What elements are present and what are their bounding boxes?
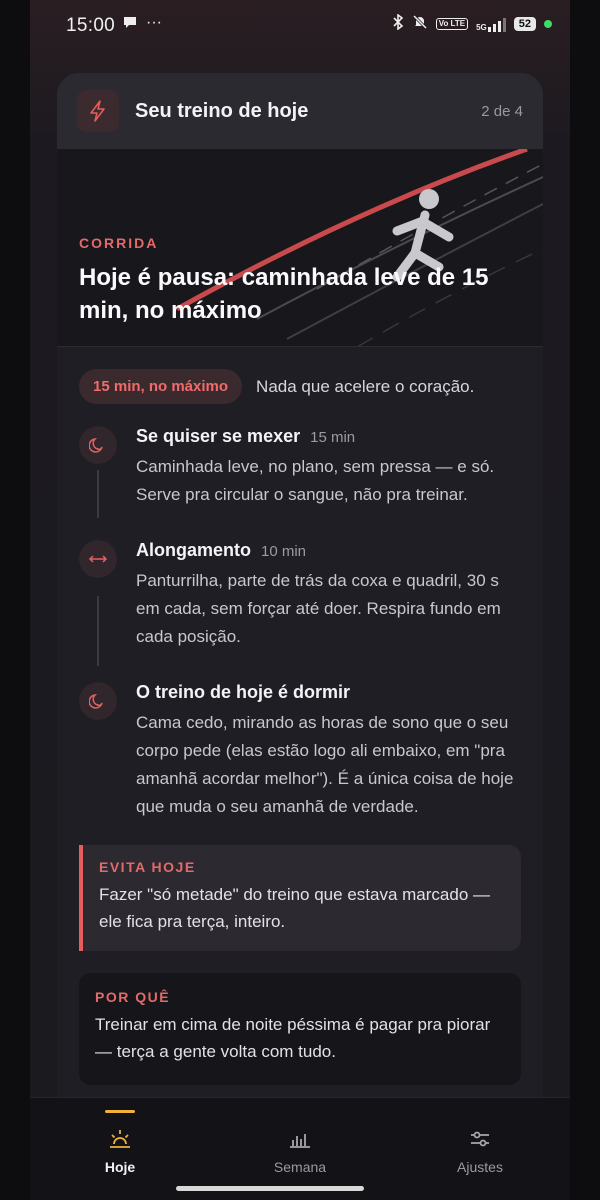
stretch-arrows-icon <box>79 540 117 578</box>
home-indicator[interactable] <box>176 1186 364 1191</box>
workout-category: CORRIDA <box>79 235 159 251</box>
step-title: O treino de hoje é dormir <box>136 682 351 702</box>
intensity-note: Nada que acelere o coração. <box>256 376 475 396</box>
step-title: Alongamento <box>136 540 251 560</box>
step-list: Se quiser se mexer 15 min Caminhada leve… <box>79 426 521 821</box>
bluetooth-icon <box>392 13 404 33</box>
nav-label: Hoje <box>104 1159 136 1175</box>
network-label: 5G <box>476 22 487 32</box>
bottom-navigation: Hoje Semana Ajustes <box>30 1097 570 1200</box>
workout-title: Hoje é pausa: caminhada leve de 15 min, … <box>79 264 489 324</box>
sliders-icon <box>420 1128 540 1152</box>
nav-tab-ajustes[interactable]: Ajustes <box>420 1128 540 1175</box>
step-description: Panturrilha, parte de trás da coxa e qua… <box>136 571 501 646</box>
workout-counter: 2 de 4 <box>481 102 523 120</box>
avoid-label: EVITA HOJE <box>99 859 196 875</box>
why-text: Treinar em cima de noite péssima é pagar… <box>95 1015 491 1061</box>
status-bar: 15:00 ··· Vo LTE 5G 52 <box>30 0 570 54</box>
muted-bell-icon <box>412 14 428 33</box>
status-time: 15:00 <box>66 15 116 36</box>
sunrise-icon <box>60 1128 180 1152</box>
volte-badge: Vo LTE <box>435 17 469 30</box>
step-item: O treino de hoje é dormir Cama cedo, mir… <box>79 682 521 821</box>
step-description: Caminhada leve, no plano, sem pressa — e… <box>136 457 495 504</box>
avoid-text: Fazer "só metade" do treino que estava m… <box>99 885 490 931</box>
bolt-icon <box>77 90 119 132</box>
privacy-dot-icon <box>544 19 552 28</box>
step-duration: 15 min <box>310 429 356 446</box>
step-item: Alongamento 10 min Panturrilha, parte de… <box>79 540 521 682</box>
step-duration: 10 min <box>261 543 307 560</box>
bar-chart-icon <box>240 1128 360 1152</box>
card-content: 15 min, no máximo Nada que acelere o cor… <box>57 347 543 1085</box>
active-tab-indicator <box>105 1110 135 1113</box>
more-dots-icon: ··· <box>146 14 162 31</box>
step-item: Se quiser se mexer 15 min Caminhada leve… <box>79 426 521 540</box>
why-callout: POR QUÊ Treinar em cima de noite péssima… <box>79 973 521 1085</box>
step-title: Se quiser se mexer <box>136 426 301 446</box>
moon-icon <box>79 682 117 720</box>
hero-banner: CORRIDA Hoje é pausa: caminhada leve de … <box>57 149 543 347</box>
card-header: Seu treino de hoje 2 de 4 <box>57 73 543 149</box>
workout-card: Seu treino de hoje 2 de 4 CORRIDA Hoje é… <box>57 73 543 1113</box>
why-label: POR QUÊ <box>95 989 171 1005</box>
step-description: Cama cedo, mirando as horas de sono que … <box>136 713 514 816</box>
avoid-callout: EVITA HOJE Fazer "só metade" do treino q… <box>79 845 521 951</box>
nav-label: Ajustes <box>457 1159 503 1175</box>
chat-bubble-icon <box>122 14 138 35</box>
app-screen: 15:00 ··· Vo LTE 5G 52 Seu treino de hoj… <box>30 0 570 1200</box>
duration-pill: 15 min, no máximo <box>79 369 243 404</box>
nav-tab-semana[interactable]: Semana <box>240 1128 360 1175</box>
nav-label: Semana <box>273 1159 327 1175</box>
signal-icon <box>487 16 506 32</box>
card-title: Seu treino de hoje <box>135 99 309 122</box>
nav-tab-hoje[interactable]: Hoje <box>60 1128 180 1175</box>
battery-indicator: 52 <box>513 16 536 31</box>
moon-icon <box>79 426 117 464</box>
